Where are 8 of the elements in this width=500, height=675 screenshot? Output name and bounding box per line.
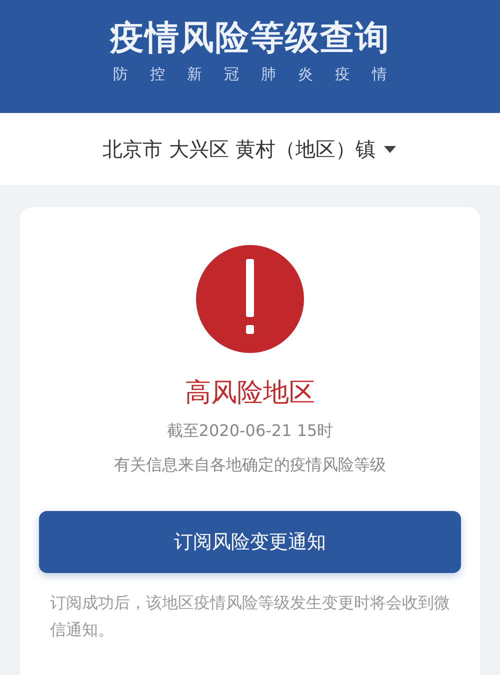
source-note: 有关信息来自各地确定的疫情风险等级 — [114, 454, 386, 476]
subscribe-note: 订阅成功后，该地区疫情风险等级发生变更时将会收到微信通知。 — [50, 592, 450, 641]
update-time: 截至2020-06-21 15时 — [166, 420, 334, 442]
caret-icon — [383, 144, 398, 154]
subscribe-button[interactable]: 订阅风险变更通知 — [39, 511, 461, 573]
page-subtitle: 防控新冠肺炎疫情 — [112, 64, 409, 84]
page-title: 疫情风险等级查询 — [110, 18, 390, 58]
risk-level: 高风险地区 — [185, 377, 315, 409]
